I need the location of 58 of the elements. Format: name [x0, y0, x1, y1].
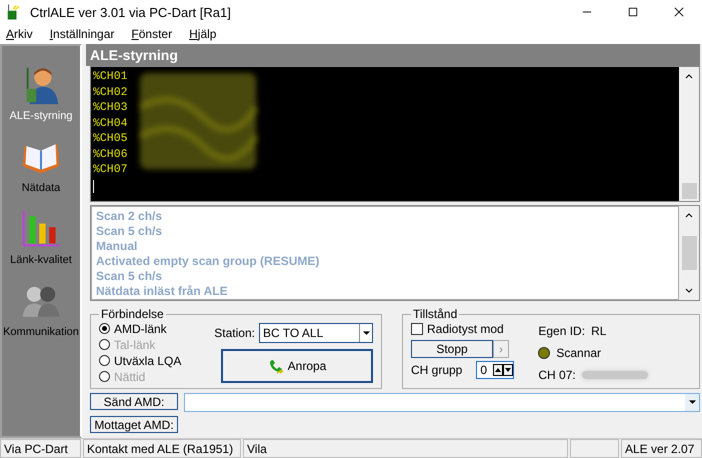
- text-cursor: [93, 180, 94, 192]
- menu-item[interactable]: Hjälp: [189, 27, 216, 41]
- call-button[interactable]: Anropa: [221, 349, 373, 383]
- sidebar-item[interactable]: Nätdata: [22, 182, 60, 194]
- log-line: Manual: [96, 239, 138, 253]
- menu-item[interactable]: Inställningar: [50, 27, 114, 41]
- group-spinner[interactable]: 0: [476, 360, 514, 378]
- console-line: %CH01: [93, 70, 128, 83]
- state-text: Scannar: [556, 346, 602, 360]
- window-title: CtrlALE ver 3.01 via PC-Dart [Ra1]: [30, 4, 231, 20]
- send-amd-button[interactable]: Sänd AMD:: [90, 393, 178, 410]
- scrollbar-thumb[interactable]: [682, 183, 696, 199]
- dropdown-arrow-icon: [688, 400, 696, 405]
- log-line: Scan 5 ch/s: [96, 224, 162, 238]
- spinner-arrows-icon[interactable]: [493, 364, 514, 376]
- status-text: ALE ver 2.07: [625, 442, 694, 456]
- station-label: Station:: [214, 326, 255, 340]
- log-line: Nätdata inläst från ALE: [96, 284, 228, 298]
- radio-label[interactable]: Utväxla LQA: [114, 354, 182, 368]
- channel-label: CH 07:: [538, 368, 576, 382]
- status-text: Vila: [247, 442, 267, 456]
- status-led: [538, 346, 550, 358]
- received-amd-button[interactable]: Mottaget AMD:: [90, 416, 178, 433]
- checkbox[interactable]: [411, 322, 423, 334]
- dropdown-arrow-icon: [362, 330, 370, 336]
- group-title: Förbindelse: [100, 307, 165, 321]
- sidebar-item[interactable]: ALE-styrning: [10, 110, 72, 122]
- status-text: Via PC-Dart: [4, 442, 68, 456]
- group-label: CH grupp: [411, 362, 462, 376]
- sidebar-item[interactable]: Kommunikation: [3, 326, 79, 338]
- sidebar-item[interactable]: Länk-kvalitet: [10, 254, 72, 266]
- console-line: %CH07: [93, 163, 128, 176]
- log-line: Activated empty scan group (RESUME): [96, 254, 320, 268]
- console-line: %CH02: [93, 86, 128, 98]
- log-line: Scan 2 ch/s: [96, 209, 162, 223]
- phone-icon: [268, 358, 284, 374]
- menu-item[interactable]: Fönster: [131, 27, 172, 41]
- console-line: %CH03: [93, 101, 128, 114]
- own-id-label: Egen ID:: [538, 324, 586, 338]
- log-line: Scan 5 ch/s: [96, 269, 162, 283]
- status-panel: [570, 439, 619, 458]
- radio-button[interactable]: [99, 323, 110, 334]
- menu-item[interactable]: Arkiv: [6, 27, 33, 41]
- station-dropdown[interactable]: BC TO ALL: [259, 323, 373, 343]
- console-line: %CH04: [93, 116, 128, 130]
- panel-header: ALE-styrning: [86, 44, 700, 66]
- checkbox-label[interactable]: Radiotyst mod: [427, 322, 504, 336]
- radio-label[interactable]: AMD-länk: [114, 322, 167, 336]
- stop-button[interactable]: Stopp: [411, 340, 493, 358]
- scrollbar-thumb[interactable]: [682, 236, 696, 270]
- own-id-value: RL: [591, 324, 606, 338]
- radio-button[interactable]: [99, 355, 110, 366]
- blurred-value: [582, 370, 648, 378]
- status-text: Kontakt med ALE (Ra1951): [87, 442, 234, 456]
- console-line: %CH06: [93, 148, 128, 160]
- console-line: %CH05: [93, 132, 128, 145]
- group-title: Tillstånd: [412, 307, 458, 321]
- app-icon: [6, 4, 20, 20]
